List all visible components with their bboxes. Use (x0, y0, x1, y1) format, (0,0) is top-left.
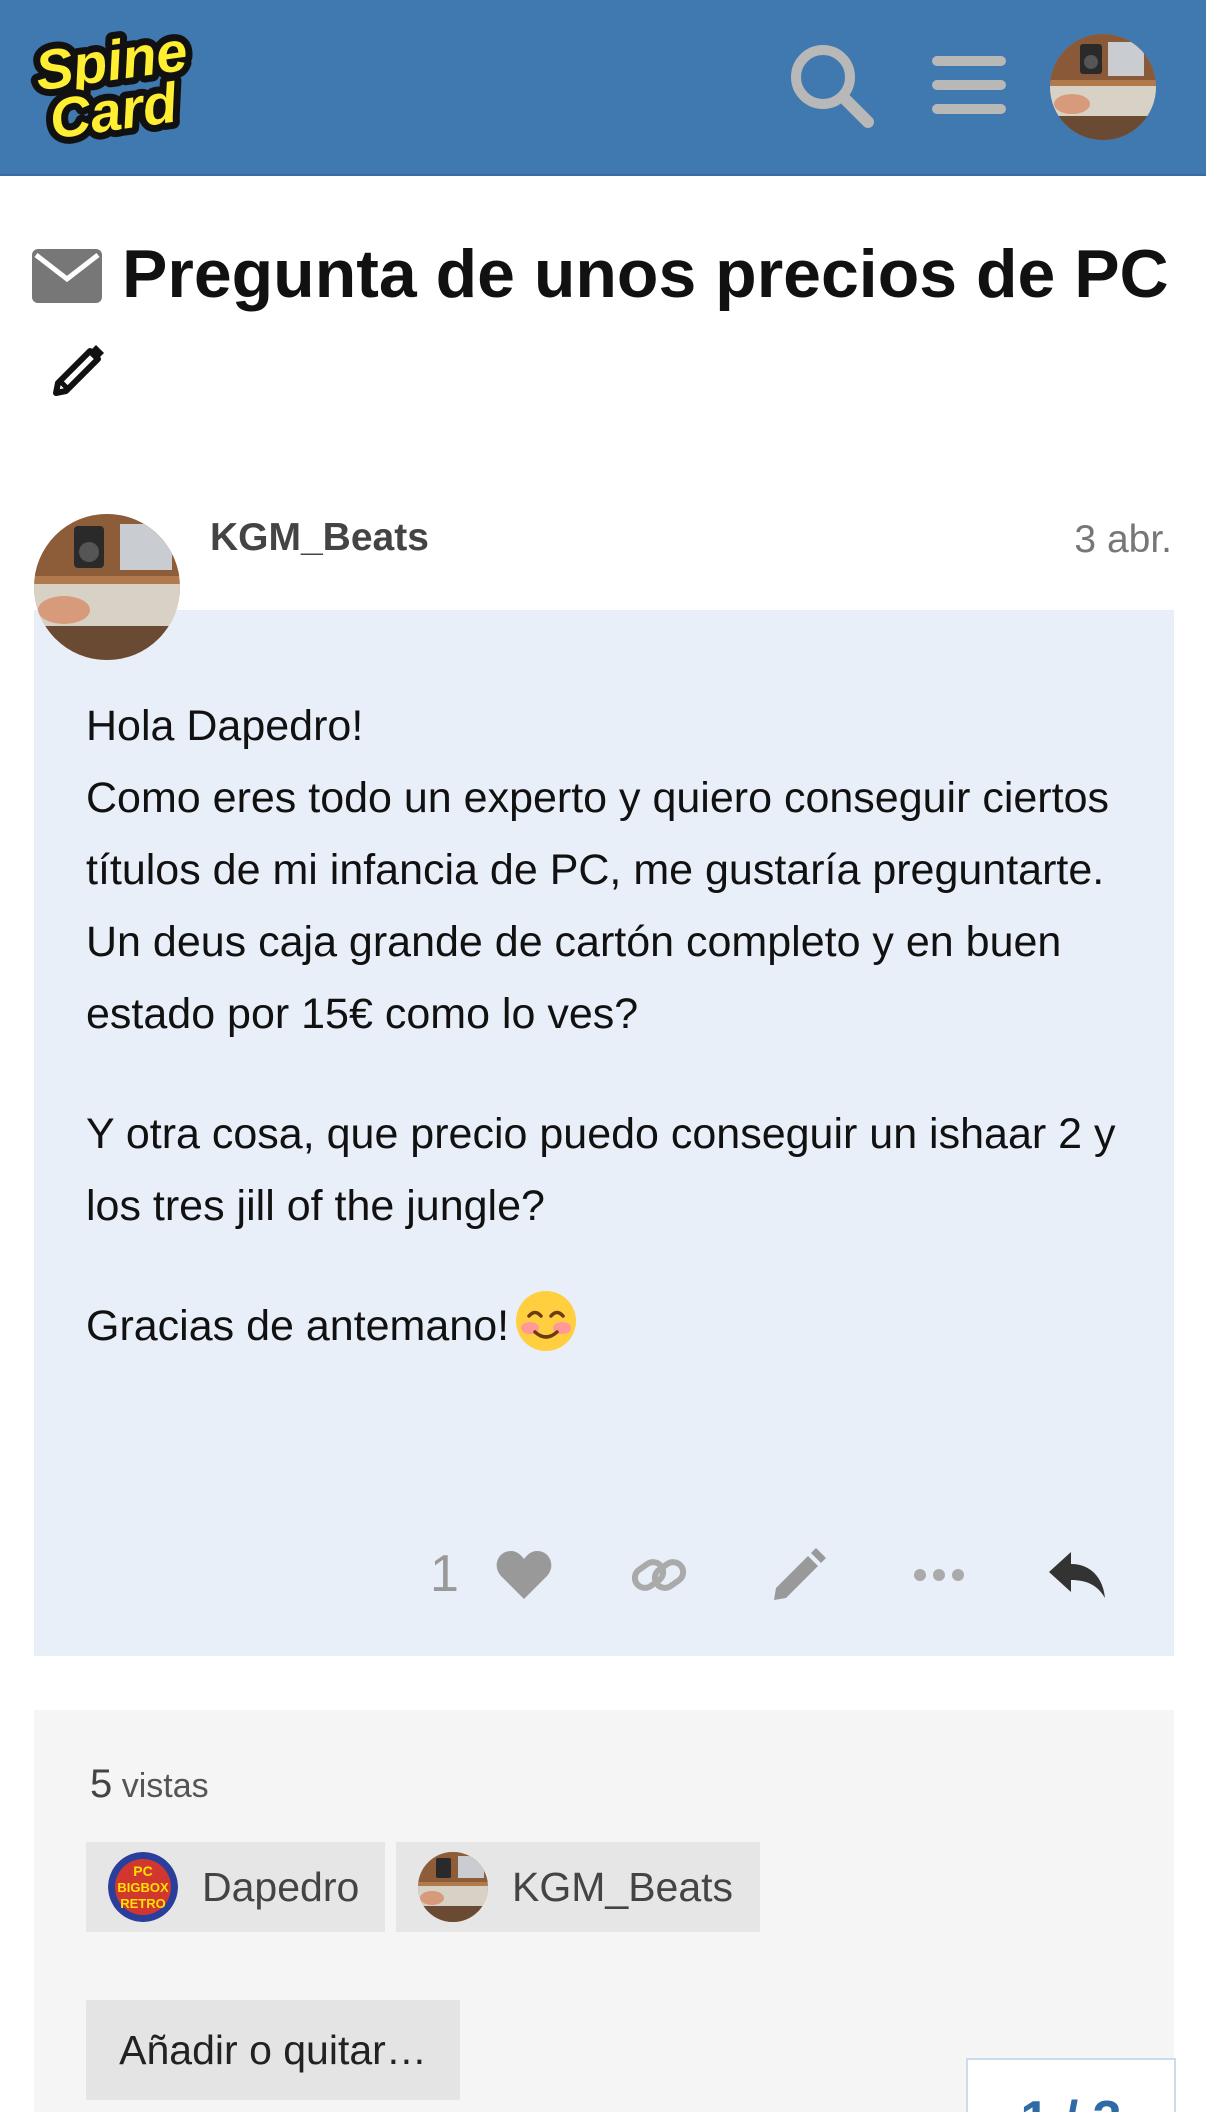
post-line: Como eres todo un experto y quiero conse… (86, 774, 1109, 894)
views-stat: 5 vistas (90, 1762, 209, 1807)
pencil-icon[interactable] (50, 332, 110, 420)
current-user-avatar[interactable] (1050, 34, 1156, 140)
post-line: Hola Dapedro! (86, 702, 364, 750)
topic-summary: 5 vistas PC BIGBOX RETRO Dapedro KGM_Bea… (34, 1710, 1174, 2112)
like-count[interactable]: 1 (430, 1544, 459, 1604)
svg-text:RETRO: RETRO (120, 1896, 166, 1911)
search-button[interactable] (776, 30, 886, 140)
post-content: Hola Dapedro! Como eres todo un experto … (86, 690, 1146, 1422)
participant-name: KGM_Beats (512, 1863, 734, 1910)
participant-chip-kgm-beats[interactable]: KGM_Beats (396, 1842, 760, 1932)
heart-icon (496, 1551, 552, 1599)
menu-button[interactable] (914, 30, 1024, 140)
site-logo[interactable]: Spine Spine Card Card (24, 12, 200, 158)
post-body: Hola Dapedro! Como eres todo un experto … (34, 610, 1174, 1656)
edit-post-button[interactable] (744, 1520, 854, 1630)
smiling-face-emoji (515, 1290, 577, 1374)
views-label: vistas (121, 1767, 209, 1805)
post-date[interactable]: 3 abr. (1074, 518, 1172, 562)
site-header: Spine Spine Card Card (0, 0, 1206, 176)
participant-avatar (418, 1852, 488, 1922)
svg-text:PC: PC (133, 1863, 152, 1879)
pencil-icon (774, 1548, 826, 1600)
reply-icon (1049, 1552, 1105, 1598)
more-actions-button[interactable] (884, 1520, 994, 1630)
post-author-username[interactable]: KGM_Beats (210, 516, 429, 560)
post-author-avatar[interactable] (34, 514, 180, 660)
copy-link-button[interactable] (604, 1520, 714, 1630)
participant-chip-dapedro[interactable]: PC BIGBOX RETRO Dapedro (86, 1842, 385, 1932)
like-button[interactable] (474, 1520, 574, 1630)
topic-title-area: Pregunta de unos precios de PC (32, 230, 1182, 420)
topic-progress-indicator[interactable]: 1 / 3 (966, 2058, 1176, 2112)
search-icon (791, 45, 874, 128)
participant-name: Dapedro (202, 1863, 360, 1910)
post-actions: 1 (34, 1520, 1174, 1630)
topic-title[interactable]: Pregunta de unos precios de PC (32, 230, 1182, 420)
post-line: Y otra cosa, que precio puedo conseguir … (86, 1110, 1116, 1230)
add-remove-participants-button[interactable]: Añadir o quitar… (86, 2000, 460, 2100)
link-icon (631, 1559, 687, 1591)
hamburger-menu-icon (932, 56, 1006, 114)
svg-text:BIGBOX: BIGBOX (117, 1880, 169, 1895)
envelope-icon (32, 236, 102, 324)
views-count: 5 (90, 1762, 113, 1806)
reply-button[interactable] (1022, 1520, 1132, 1630)
post-line: Gracias de antemano! (86, 1302, 510, 1350)
participant-avatar: PC BIGBOX RETRO (108, 1852, 178, 1922)
ellipsis-icon (914, 1569, 964, 1581)
post-line: Un deus caja grande de cartón completo y… (86, 918, 1062, 1038)
